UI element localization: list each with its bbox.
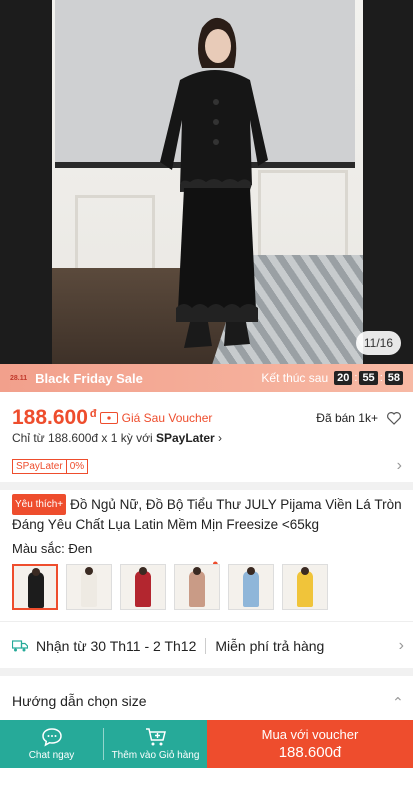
price-amount: 188.600 <box>12 406 88 429</box>
secondary-actions: Chat ngay Thêm vào Giỏ hàng <box>0 720 207 768</box>
section-divider <box>0 621 413 622</box>
product-page: 11/16 28.11 Black Friday Sale Kết thúc s… <box>0 0 413 800</box>
variant-head <box>301 567 309 575</box>
sale-title: Black Friday Sale <box>35 370 143 386</box>
price-row: 188.600 đ Giá Sau Voucher Đã bán 1k+ <box>12 405 402 431</box>
installment-offer[interactable]: Chỉ từ 188.600đ x 1 kỳ với SPayLater › <box>12 431 222 445</box>
installment-text: Chỉ từ 188.600đ x 1 kỳ với <box>12 431 156 445</box>
sale-ends-label: Kết thúc sau <box>261 371 329 385</box>
countdown-minutes: 55 <box>359 371 378 385</box>
image-counter: 11/16 <box>355 331 401 355</box>
buy-with-voucher-button[interactable]: Mua với voucher 188.600đ <box>207 720 413 768</box>
product-title-text: Đồ Ngủ Nữ, Đồ Bộ Tiểu Thư JULY Pijama Vi… <box>12 497 402 532</box>
chat-button[interactable]: Chat ngay <box>0 720 103 768</box>
section-divider <box>0 668 413 676</box>
favorite-badge: Yêu thích+ <box>12 494 67 515</box>
variant-figure <box>135 571 151 607</box>
cart-icon <box>145 728 166 746</box>
chat-icon <box>41 728 62 747</box>
spaylater-badge: SPayLater <box>12 458 67 474</box>
installment-provider: SPayLater <box>155 431 215 445</box>
bottom-action-bar: Chat ngay Thêm vào Giỏ hàng Mua với vouc… <box>0 720 413 768</box>
variant-figure <box>28 572 44 608</box>
variant-head <box>247 567 255 575</box>
variant-thumb[interactable] <box>120 564 166 610</box>
buy-label: Mua với voucher <box>261 727 359 742</box>
variant-thumb[interactable] <box>66 564 112 610</box>
section-divider <box>0 482 413 490</box>
product-image[interactable]: 11/16 <box>0 0 413 364</box>
variant-head <box>193 567 201 575</box>
flash-sale-bar[interactable]: 28.11 Black Friday Sale Kết thúc sau 20 … <box>0 364 413 392</box>
chevron-right-icon: › <box>398 637 404 654</box>
sold-count: Đã bán 1k+ <box>316 411 378 425</box>
variant-thumb[interactable] <box>174 564 220 610</box>
shipping-separator <box>205 638 207 654</box>
variant-thumb[interactable] <box>282 564 328 610</box>
variant-thumbnails <box>12 564 328 610</box>
free-returns: Miễn phí trả hàng <box>215 638 325 654</box>
image-edge-right <box>363 0 413 364</box>
image-edge-left <box>0 0 52 364</box>
size-guide-row[interactable]: Hướng dẫn chọn size ⌄ <box>12 690 404 712</box>
sale-date-badge: 28.11 <box>10 374 28 382</box>
chevron-up-icon: ⌄ <box>392 693 404 710</box>
variant-figure <box>189 571 205 607</box>
countdown-separator: : <box>379 372 383 384</box>
product-title: Yêu thích+ Đồ Ngủ Nữ, Đồ Bộ Tiểu Thư JULY… <box>12 494 404 534</box>
spaylater-row[interactable]: SPayLater 0% › <box>12 457 402 474</box>
voucher-tag-icon <box>99 412 118 424</box>
spaylater-rate: 0% <box>66 458 89 474</box>
variant-head <box>139 567 147 575</box>
delivery-estimate: Nhận từ 30 Th11 - 2 Th12 <box>36 638 197 654</box>
variant-label: Màu sắc: Đen <box>12 541 93 556</box>
countdown-hours: 20 <box>334 371 353 385</box>
price-currency: đ <box>89 408 97 420</box>
countdown-seconds: 58 <box>384 371 403 385</box>
chat-label: Chat ngay <box>28 750 75 761</box>
variant-thumb[interactable] <box>228 564 274 610</box>
model-figure <box>160 17 268 348</box>
variant-figure <box>243 571 259 607</box>
variant-head <box>32 568 40 576</box>
variant-thumb[interactable] <box>12 564 58 610</box>
variant-figure <box>81 571 97 607</box>
truck-icon <box>12 640 28 652</box>
variant-head <box>85 567 93 575</box>
buy-price: 188.600đ <box>278 744 342 761</box>
countdown-separator: : <box>354 372 358 384</box>
variant-figure <box>297 571 313 607</box>
chevron-right-icon: › <box>218 431 223 445</box>
add-to-cart-button[interactable]: Thêm vào Giỏ hàng <box>104 720 207 768</box>
shipping-row[interactable]: Nhận từ 30 Th11 - 2 Th12 Miễn phí trả hà… <box>12 634 404 658</box>
heart-icon[interactable] <box>386 410 402 426</box>
voucher-price-note: Giá Sau Voucher <box>121 411 213 425</box>
chevron-right-icon: › <box>396 457 402 474</box>
cart-label: Thêm vào Giỏ hàng <box>111 750 200 761</box>
size-guide-label: Hướng dẫn chọn size <box>12 693 147 709</box>
